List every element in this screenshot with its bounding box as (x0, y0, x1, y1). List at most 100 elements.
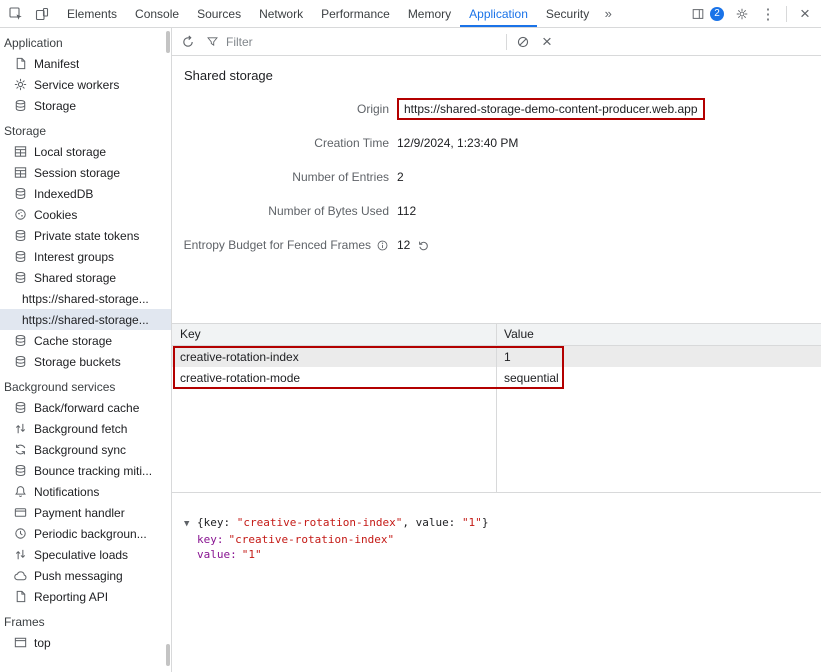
gear-icon (13, 77, 28, 92)
shared-storage-items-table: Key Value creative-rotation-index 1 crea… (172, 323, 821, 493)
shared-storage-toolbar: × (172, 28, 821, 56)
database-icon (13, 228, 28, 243)
reset-budget-icon[interactable] (417, 239, 430, 252)
filter-input[interactable] (224, 34, 464, 50)
sidebar-item-shared-storage[interactable]: Shared storage (0, 267, 171, 288)
funnel-filter-icon (206, 35, 219, 48)
tab-network[interactable]: Network (250, 0, 312, 27)
sidebar-item-payment-handler[interactable]: Payment handler (0, 502, 171, 523)
database-icon (13, 400, 28, 415)
tab-console[interactable]: Console (126, 0, 188, 27)
kebab-menu-icon[interactable]: ⋮ (756, 2, 780, 26)
sidebar-item-service-workers[interactable]: Service workers (0, 74, 171, 95)
property-name: key: (197, 533, 224, 546)
field-row-entropy-budget: Entropy Budget for Fenced Frames 12 (172, 235, 821, 255)
tab-memory[interactable]: Memory (399, 0, 460, 27)
sync-arrows-icon (13, 442, 28, 457)
delete-selected-icon[interactable]: × (535, 30, 559, 54)
close-devtools-icon[interactable]: × (793, 2, 817, 26)
sidebar-item-speculative-loads[interactable]: Speculative loads (0, 544, 171, 565)
tab-performance[interactable]: Performance (312, 0, 399, 27)
column-header-key[interactable]: Key (172, 324, 496, 345)
field-row-origin: Origin https://shared-storage-demo-conte… (172, 99, 821, 119)
sidebar-item-manifest[interactable]: Manifest (0, 53, 171, 74)
sidebar-item-private-state-tokens[interactable]: Private state tokens (0, 225, 171, 246)
toolbar-divider (506, 34, 507, 50)
entries-count-value: 2 (397, 170, 404, 184)
tab-application[interactable]: Application (460, 0, 537, 27)
property-value: "1" (242, 548, 262, 561)
toolbar-divider (786, 6, 787, 22)
database-icon (13, 354, 28, 369)
entropy-budget-value: 12 (397, 238, 410, 252)
sidebar-item-push-messaging[interactable]: Push messaging (0, 565, 171, 586)
database-icon (13, 98, 28, 113)
tab-sources[interactable]: Sources (188, 0, 250, 27)
field-row-creation-time: Creation Time 12/9/2024, 1:23:40 PM (172, 133, 821, 153)
sidebar-item-bounce-tracking[interactable]: Bounce tracking miti... (0, 460, 171, 481)
database-icon (13, 270, 28, 285)
sidebar-item-shared-storage-origin-1[interactable]: https://shared-storage... (0, 288, 171, 309)
tab-bar-spacer (618, 0, 685, 27)
sidebar-item-local-storage[interactable]: Local storage (0, 141, 171, 162)
device-toolbar-icon[interactable] (30, 2, 54, 26)
clock-icon (13, 526, 28, 541)
cell-key: creative-rotation-mode (172, 371, 496, 385)
sidebar-section-application[interactable]: Application (0, 32, 171, 53)
disclosure-triangle-icon[interactable]: ▼ (184, 517, 197, 532)
preview-summary-line: ▼{key: "creative-rotation-index", value:… (184, 515, 821, 532)
document-icon (13, 56, 28, 71)
document-icon (13, 589, 28, 604)
more-tabs-icon[interactable]: » (598, 0, 618, 27)
payment-card-icon (13, 505, 28, 520)
preview-property-line: key:"creative-rotation-index" (197, 532, 821, 547)
devtools-tab-bar: Elements Console Sources Network Perform… (0, 0, 821, 28)
field-row-number-of-entries: Number of Entries 2 (172, 167, 821, 187)
inspect-element-icon[interactable] (4, 2, 28, 26)
sidebar-item-back-forward-cache[interactable]: Back/forward cache (0, 397, 171, 418)
field-label: Origin (172, 102, 389, 116)
settings-gear-icon[interactable] (730, 2, 754, 26)
table-icon (13, 165, 28, 180)
column-resize-divider[interactable] (496, 324, 497, 492)
sidebar-item-notifications[interactable]: Notifications (0, 481, 171, 502)
sidebar-item-session-storage[interactable]: Session storage (0, 162, 171, 183)
cell-value: 1 (496, 350, 821, 364)
issues-button[interactable]: 2 (685, 2, 728, 26)
issues-count-badge: 2 (710, 7, 724, 21)
sidebar-item-periodic-background-sync[interactable]: Periodic backgroun... (0, 523, 171, 544)
refresh-icon[interactable] (176, 30, 200, 54)
tab-security[interactable]: Security (537, 0, 598, 27)
sidebar-item-reporting-api[interactable]: Reporting API (0, 586, 171, 607)
sidebar-section-background-services[interactable]: Background services (0, 376, 171, 397)
field-row-bytes-used: Number of Bytes Used 112 (172, 201, 821, 221)
sidebar-section-frames[interactable]: Frames (0, 611, 171, 632)
sidebar-item-top-frame[interactable]: top (0, 632, 171, 653)
scrollbar-thumb[interactable] (166, 644, 170, 666)
sidebar-item-cookies[interactable]: Cookies (0, 204, 171, 225)
sidebar-item-storage-buckets[interactable]: Storage buckets (0, 351, 171, 372)
sidebar-item-background-fetch[interactable]: Background fetch (0, 418, 171, 439)
sidebar-item-shared-storage-origin-2[interactable]: https://shared-storage... (0, 309, 171, 330)
sidebar-item-cache-storage[interactable]: Cache storage (0, 330, 171, 351)
sidebar-item-background-sync[interactable]: Background sync (0, 439, 171, 460)
sidebar-item-indexeddb[interactable]: IndexedDB (0, 183, 171, 204)
table-icon (13, 144, 28, 159)
origin-value annotation-box: https://shared-storage-demo-content-prod… (397, 98, 705, 120)
tab-bar-left-icons (0, 0, 58, 27)
field-label: Entropy Budget for Fenced Frames (184, 238, 371, 252)
clear-all-icon[interactable] (511, 30, 535, 54)
database-icon (13, 463, 28, 478)
database-icon (13, 249, 28, 264)
bytes-used-value: 112 (397, 204, 416, 218)
field-label: Creation Time (172, 136, 389, 150)
scrollbar-thumb[interactable] (166, 31, 170, 53)
info-icon[interactable] (376, 239, 389, 252)
tab-elements[interactable]: Elements (58, 0, 126, 27)
sidebar-item-interest-groups[interactable]: Interest groups (0, 246, 171, 267)
creation-time-value: 12/9/2024, 1:23:40 PM (397, 136, 518, 150)
column-header-value[interactable]: Value (496, 324, 821, 345)
sidebar-item-storage[interactable]: Storage (0, 95, 171, 116)
sidebar-section-storage[interactable]: Storage (0, 120, 171, 141)
entry-preview-pane: ▼{key: "creative-rotation-index", value:… (172, 493, 821, 672)
